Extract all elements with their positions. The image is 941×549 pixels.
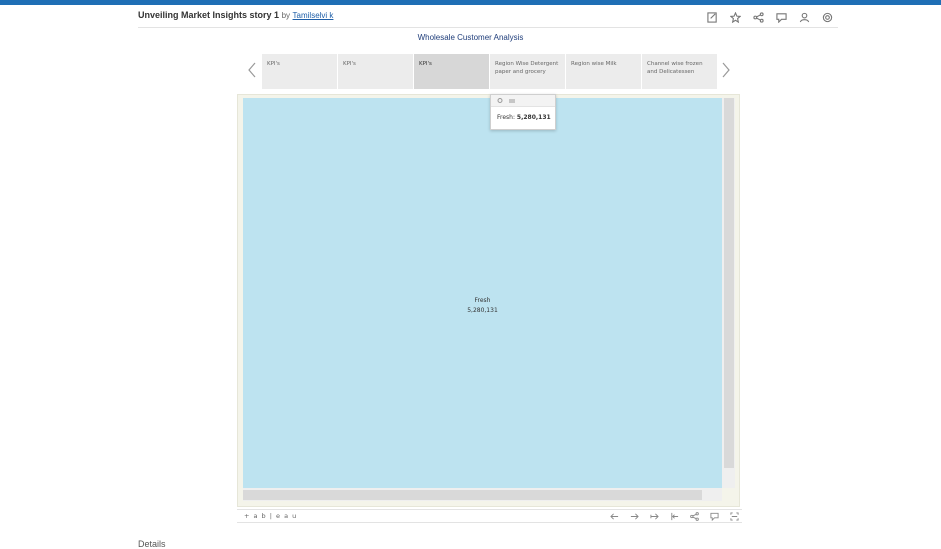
story-point-3[interactable]: KPI's bbox=[414, 54, 489, 89]
story-point-6[interactable]: Channel wise frozen and Delicatessen bbox=[642, 54, 717, 89]
tooltip-value: 5,280,131 bbox=[516, 114, 551, 121]
page-title: Unveiling Market Insights story 1 by Tam… bbox=[138, 10, 333, 20]
story-prev-button[interactable] bbox=[246, 62, 258, 80]
keep-only-icon[interactable] bbox=[497, 97, 503, 104]
tooltip: Fresh: 5,280,131 bbox=[490, 94, 556, 130]
tooltip-text: Fresh: 5,280,131 bbox=[491, 107, 555, 121]
tableau-logo[interactable]: + a b | e a u bbox=[244, 512, 297, 520]
undo-icon[interactable] bbox=[608, 511, 620, 522]
treemap-cell-fresh[interactable] bbox=[243, 98, 722, 488]
fullscreen-icon[interactable] bbox=[728, 511, 740, 522]
treemap-value: 5,280,131 bbox=[467, 307, 498, 314]
chevron-right-icon bbox=[722, 62, 730, 78]
comment-icon[interactable] bbox=[774, 10, 788, 24]
tooltip-label: Fresh: bbox=[497, 114, 515, 121]
viz-toolbar: + a b | e a u bbox=[237, 509, 742, 523]
story-tabs: KPI's KPI's KPI's Region Wise Detergent … bbox=[262, 54, 717, 89]
redo-icon[interactable] bbox=[628, 511, 640, 522]
horizontal-scrollbar[interactable] bbox=[243, 488, 722, 501]
tooltip-actions bbox=[491, 95, 555, 107]
vertical-scrollbar[interactable] bbox=[722, 98, 735, 488]
header-actions bbox=[705, 10, 834, 24]
top-accent-bar bbox=[0, 0, 941, 5]
treemap-cell-label: Fresh 5,280,131 bbox=[243, 296, 722, 316]
toolbar-icons bbox=[608, 511, 740, 522]
star-icon[interactable] bbox=[728, 10, 742, 24]
view-data-icon[interactable] bbox=[509, 98, 515, 104]
treemap-category: Fresh bbox=[474, 297, 491, 304]
edit-icon[interactable] bbox=[705, 10, 719, 24]
share-icon[interactable] bbox=[751, 10, 765, 24]
story-next-button[interactable] bbox=[720, 62, 732, 80]
chevron-left-icon bbox=[248, 62, 256, 78]
story-title: Wholesale Customer Analysis bbox=[417, 33, 524, 42]
viz-header: Unveiling Market Insights story 1 by Tam… bbox=[138, 8, 838, 28]
settings-icon[interactable] bbox=[820, 10, 834, 24]
subscribe-icon[interactable] bbox=[797, 10, 811, 24]
story-point-4[interactable]: Region Wise Detergent paper and grocery bbox=[490, 54, 565, 89]
story-point-5[interactable]: Region wise Milk bbox=[566, 54, 641, 89]
story-point-1[interactable]: KPI's bbox=[262, 54, 337, 89]
revert-icon[interactable] bbox=[648, 511, 660, 522]
comment-icon[interactable] bbox=[708, 511, 720, 522]
by-label: by bbox=[281, 11, 291, 20]
story-point-2[interactable]: KPI's bbox=[338, 54, 413, 89]
first-icon[interactable] bbox=[668, 511, 680, 522]
horizontal-scroll-thumb[interactable] bbox=[243, 490, 702, 500]
viz-title: Unveiling Market Insights story 1 bbox=[138, 10, 280, 20]
share-icon[interactable] bbox=[688, 511, 700, 522]
author-link[interactable]: Tamilselvi k bbox=[293, 11, 334, 20]
vertical-scroll-thumb[interactable] bbox=[724, 98, 734, 468]
details-heading[interactable]: Details bbox=[138, 539, 166, 549]
